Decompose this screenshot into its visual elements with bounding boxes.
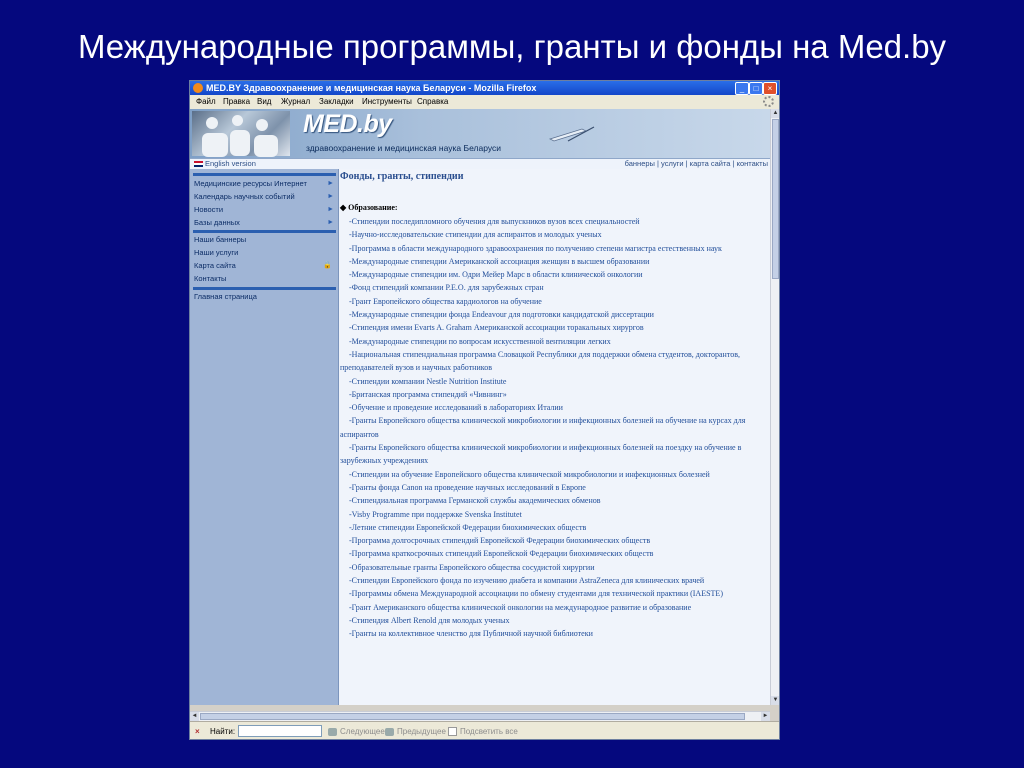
vertical-scrollbar[interactable]: ▲ ▼	[770, 109, 779, 705]
scroll-left-icon[interactable]: ◄	[190, 712, 199, 721]
grant-link[interactable]: -Грант Американского общества клиническо…	[340, 601, 770, 614]
grant-link[interactable]: -Стипендии последипломного обучения для …	[340, 215, 770, 228]
menu-file[interactable]: Файл	[196, 95, 216, 109]
grant-link[interactable]: -Стипендиальная программа Германской слу…	[340, 494, 770, 507]
sidebar-item-contacts[interactable]: Контакты	[194, 273, 336, 285]
grant-link[interactable]: -Международные стипендии им. Одри Мейер …	[340, 268, 770, 281]
scroll-thumb-horizontal[interactable]	[200, 713, 745, 720]
sidebar-item-news[interactable]: Новости ►	[194, 204, 336, 216]
grant-link[interactable]: -Гранты фонда Canon на проведение научны…	[340, 481, 770, 494]
throbber-icon	[763, 96, 774, 107]
grant-link[interactable]: -Фонд стипендий компании P.E.O. для зару…	[340, 281, 770, 294]
grant-link[interactable]: -Международные стипендии Американской ас…	[340, 255, 770, 268]
site-subtitle: здравоохранение и медицинская наука Бела…	[306, 143, 501, 153]
grant-link[interactable]: -Гранты Европейского общества клиническо…	[340, 441, 770, 468]
scroll-down-icon[interactable]: ▼	[771, 696, 779, 705]
menu-bar: Файл Правка Вид Журнал Закладки Инструме…	[190, 95, 779, 109]
sidebar: Медицинские ресурсы Интернет ► Календарь …	[190, 169, 339, 705]
sidebar-divider	[193, 173, 336, 176]
grant-link[interactable]: -Грант Европейского общества кардиологов…	[340, 295, 770, 308]
english-version-link[interactable]: English version	[194, 159, 256, 169]
grant-link[interactable]: -Visby Programme при поддержке Svenska I…	[340, 508, 770, 521]
chevron-right-icon: ►	[327, 180, 334, 187]
sidebar-item-internet-resources[interactable]: Медицинские ресурсы Интернет ►	[194, 178, 336, 190]
highlight-all-checkbox[interactable]: Подсветить все	[448, 727, 518, 737]
scroll-thumb[interactable]	[772, 119, 779, 279]
main-content: Фонды, гранты, стипендии ◆ Образование: …	[339, 169, 770, 705]
firefox-icon	[193, 83, 203, 93]
grant-link[interactable]: -Национальная стипендиальная программа С…	[340, 348, 770, 375]
grant-link[interactable]: -Международные стипендии фонда Endeavour…	[340, 308, 770, 321]
site-banner: MED.by здравоохранение и медицинская нау…	[190, 109, 770, 158]
sidebar-item-databases[interactable]: Базы данных ►	[194, 217, 336, 229]
scroll-right-icon[interactable]: ►	[761, 712, 770, 721]
grant-link[interactable]: -Гранты Европейского общества клиническо…	[340, 414, 770, 441]
grant-link[interactable]: -Программа краткосрочных стипендий Европ…	[340, 547, 770, 560]
sidebar-item-banners[interactable]: Наши баннеры	[194, 234, 336, 246]
window-title: MED.BY Здравоохранение и медицинская нау…	[206, 83, 537, 93]
scroll-up-icon[interactable]: ▲	[771, 109, 779, 118]
find-next-button[interactable]: Следующее	[328, 727, 385, 736]
menu-bookmarks[interactable]: Закладки	[319, 95, 354, 109]
maximize-button[interactable]: □	[749, 82, 763, 95]
close-button[interactable]: ×	[763, 82, 777, 95]
sidebar-divider	[193, 287, 336, 290]
grant-link[interactable]: -Стипендии компании Nestle Nutrition Ins…	[340, 375, 770, 388]
top-links-bar: English version баннеры | услуги | карта…	[190, 158, 770, 169]
close-find-icon[interactable]: ×	[195, 727, 200, 736]
sidebar-divider	[193, 230, 336, 233]
chevron-right-icon: ►	[327, 206, 334, 213]
grant-link[interactable]: -Летние стипендии Европейской Федерации …	[340, 521, 770, 534]
arrow-down-icon	[328, 727, 337, 736]
sidebar-item-calendar[interactable]: Календарь научных событий ►	[194, 191, 336, 203]
grant-link[interactable]: -Международные стипендии по вопросам иск…	[340, 335, 770, 348]
doctors-photo	[192, 111, 290, 157]
sidebar-item-services[interactable]: Наши услуги	[194, 247, 336, 259]
top-links[interactable]: баннеры | услуги | карта сайта | контакт…	[625, 159, 768, 169]
grant-link[interactable]: -Обучение и проведение исследований в ла…	[340, 401, 770, 414]
grant-link[interactable]: -Программа в области международного здра…	[340, 242, 770, 255]
section-heading: ◆ Образование:	[340, 203, 398, 212]
horizontal-scrollbar[interactable]: ◄ ►	[190, 711, 770, 721]
grant-link[interactable]: -Научно-исследовательские стипендии для …	[340, 228, 770, 241]
chevron-right-icon: ►	[327, 193, 334, 200]
uk-flag-icon	[194, 161, 203, 168]
grant-link[interactable]: -Стипендии на обучение Европейского обще…	[340, 468, 770, 481]
minimize-button[interactable]: _	[735, 82, 749, 95]
grants-list: -Стипендии последипломного обучения для …	[340, 215, 770, 641]
find-label: Найти:	[210, 727, 236, 736]
menu-history[interactable]: Журнал	[281, 95, 310, 109]
lock-icon: 🔒	[323, 262, 332, 269]
chevron-right-icon: ►	[327, 219, 334, 226]
menu-view[interactable]: Вид	[257, 95, 271, 109]
grant-link[interactable]: -Стипендия Albert Renold для молодых уче…	[340, 614, 770, 627]
checkbox-icon	[448, 727, 457, 737]
find-previous-button[interactable]: Предыдущее	[385, 727, 446, 736]
sidebar-item-home[interactable]: Главная страница	[194, 291, 336, 303]
menu-tools[interactable]: Инструменты	[362, 95, 412, 109]
grant-link[interactable]: -Программа долгосрочных стипендий Европе…	[340, 534, 770, 547]
menu-edit[interactable]: Правка	[223, 95, 250, 109]
browser-window: MED.BY Здравоохранение и медицинская нау…	[189, 80, 780, 740]
arrow-up-icon	[385, 727, 394, 736]
window-titlebar[interactable]: MED.BY Здравоохранение и медицинская нау…	[190, 81, 779, 95]
page-title: Фонды, гранты, стипендии	[340, 171, 464, 182]
slide-title: Международные программы, гранты и фонды …	[77, 28, 947, 65]
grant-link[interactable]: -Стипендии Европейского фонда по изучени…	[340, 574, 770, 587]
sidebar-item-sitemap[interactable]: Карта сайта 🔒	[194, 260, 336, 272]
grant-link[interactable]: -Программы обмена Международной ассоциац…	[340, 587, 770, 600]
grant-link[interactable]: -Гранты на коллективное членство для Пуб…	[340, 627, 770, 640]
grant-link[interactable]: -Стипендия имени Evarts A. Graham Америк…	[340, 321, 770, 334]
pen-icon	[548, 126, 595, 142]
menu-help[interactable]: Справка	[417, 95, 448, 109]
find-input[interactable]	[238, 725, 322, 737]
site-logo[interactable]: MED.by	[303, 110, 392, 139]
find-bar: × Найти: Следующее Предыдущее Подсветить…	[190, 721, 779, 739]
grant-link[interactable]: -Образовательные гранты Европейского общ…	[340, 561, 770, 574]
grant-link[interactable]: -Британская программа стипендий «Чивнинг…	[340, 388, 770, 401]
